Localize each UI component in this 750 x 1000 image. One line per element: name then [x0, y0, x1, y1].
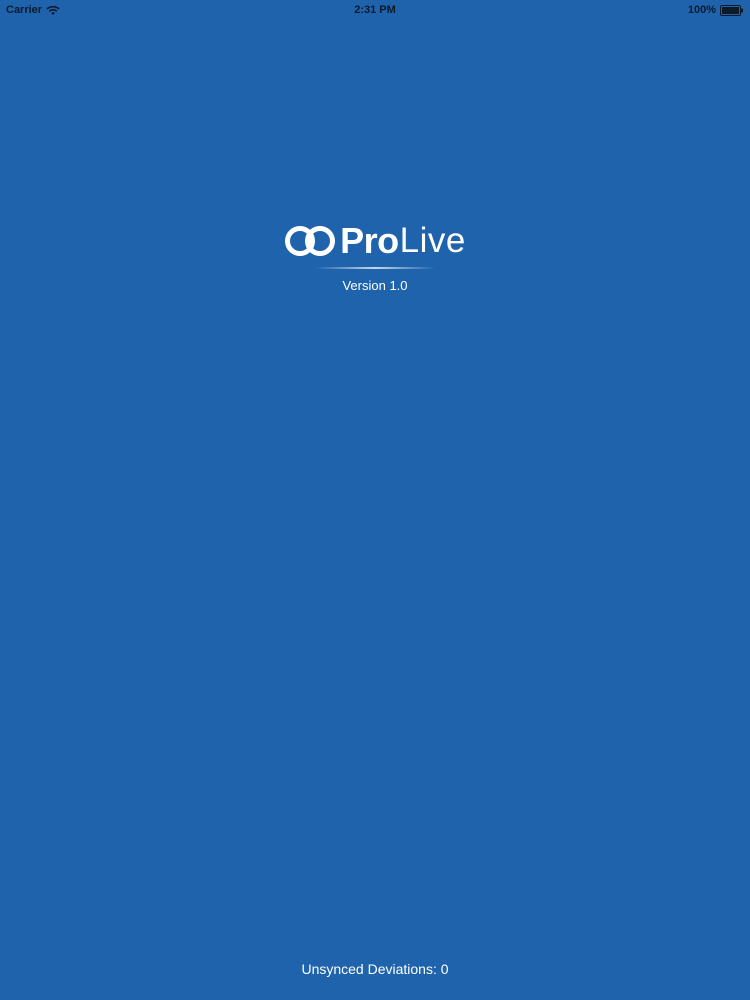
logo-divider — [315, 267, 435, 269]
app-logo: Pro Live — [284, 215, 466, 259]
two-rings-logo-icon — [284, 223, 338, 259]
status-right: 100% — [688, 4, 744, 16]
battery-percentage: 100% — [687, 4, 716, 16]
status-bar: Carrier 2:31 PM 100% — [0, 0, 750, 22]
version-label: Version 1.0 — [342, 278, 408, 293]
status-time: 2:31 PM — [354, 4, 396, 16]
battery-icon — [720, 4, 744, 16]
logo-pro-text: Pro — [340, 220, 399, 261]
unsynced-deviations-label: Unsynced Deviations: 0 — [301, 961, 449, 977]
logo-live-text: Live — [399, 221, 466, 260]
app-logo-block: Pro Live Version 1.0 — [0, 215, 750, 293]
